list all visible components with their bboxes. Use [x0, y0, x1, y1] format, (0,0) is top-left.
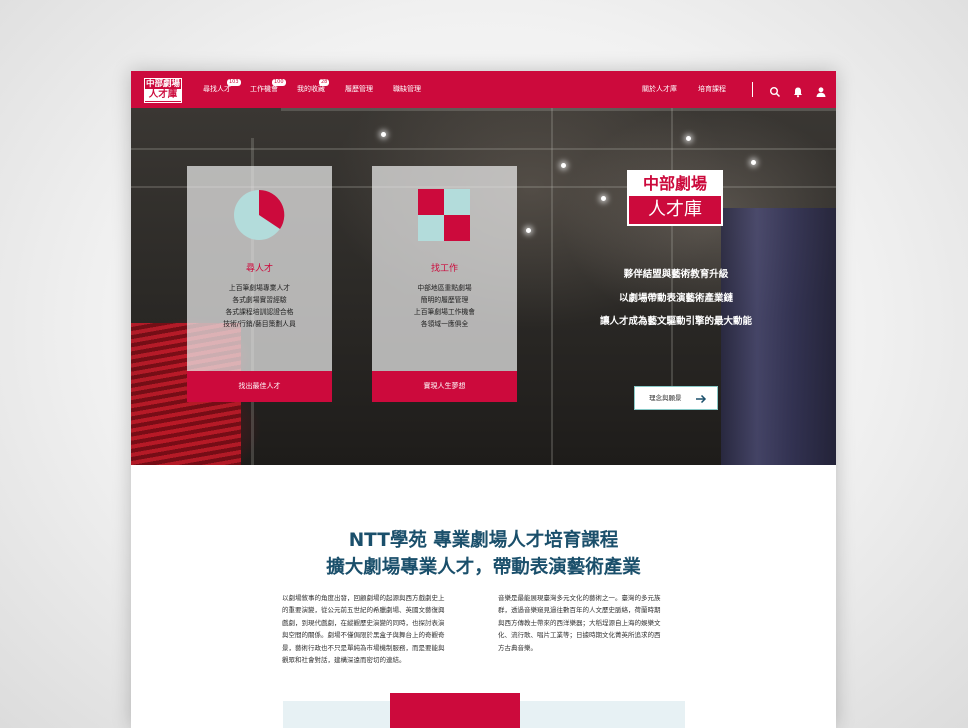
- para-line: 以劇場敘事的角度出發，回顧劇場的起源與西方戲劇史上: [282, 594, 445, 602]
- card-line: 各式課程培訓認證合格: [225, 308, 294, 316]
- nav-item-about[interactable]: 關於人才庫: [642, 84, 677, 94]
- find-talent-button[interactable]: 找出最佳人才: [187, 371, 332, 402]
- nav-badge: 100: [272, 79, 286, 86]
- para-line: 與西方傳教士帶來的西洋樂器；大稻埕源自上海的娛樂文: [498, 618, 661, 627]
- find-job-card: 找工作 中部地區重點劇場 簡明的履歷管理 上百筆劇場工作機會 各領域一應俱全 實…: [372, 166, 517, 402]
- web-page: 中部劇場 人才庫 尋找人才 103 工作機會 100 我的收藏 28 履歷管理 …: [131, 71, 836, 728]
- para-line: 方古典音樂。: [498, 643, 537, 652]
- nav-logo-line1: 中部劇場: [145, 79, 181, 89]
- hero-tagline: 以劇場帶動表演藝術產業鏈: [618, 293, 733, 304]
- hero-banner: 尋人才 上百筆劇場專業人才 各式劇場實習經驗 各式課程培訓認證合格 技術/行銷/…: [131, 108, 836, 465]
- para-line: 與空間的關係。劇場不僅侷限於黑盒子與舞台上的奇觀奇: [282, 631, 445, 640]
- nav-divider: [752, 82, 753, 97]
- hero-tagline: 夥伴結盟與藝術教育升級: [623, 269, 729, 280]
- nav-item-label: 我的收藏: [297, 85, 325, 93]
- find-job-button[interactable]: 實現人生夢想: [372, 371, 517, 402]
- para-line: 化、流行歌、唱片工業等；日據時期文化菁英所追求的西: [498, 631, 661, 640]
- nav-badge: 103: [227, 79, 241, 86]
- card-title: 找工作: [430, 264, 458, 274]
- nav-logo[interactable]: 中部劇場 人才庫: [144, 78, 182, 103]
- nav-item-resume[interactable]: 履歷管理: [345, 84, 373, 94]
- hero-logo-line1: 中部劇場: [629, 172, 721, 196]
- stage-rig: [131, 148, 836, 150]
- card-description: 中部地區重點劇場 簡明的履歷管理 上百筆劇場工作機會 各領域一應俱全: [372, 282, 517, 330]
- card-line: 上百筆劇場專業人才: [228, 284, 291, 292]
- vision-button-label: 理念與願景: [649, 394, 682, 402]
- user-icon[interactable]: [815, 83, 827, 97]
- nav-item-label: 尋找人才: [203, 85, 231, 93]
- card-title: 尋人才: [245, 264, 273, 274]
- stage-light: [751, 160, 756, 165]
- nav-item-courses[interactable]: 培育課程: [698, 84, 726, 94]
- nav-item-jobs[interactable]: 工作機會 100: [250, 79, 286, 94]
- stage-light: [381, 132, 386, 137]
- para-line: 群，透過音樂窺見過往數百年的人文歷史脈絡，荷蘭時期: [498, 606, 661, 615]
- nav-item-label: 工作機會: [250, 85, 278, 93]
- stage-curtain: [721, 208, 836, 465]
- para-line: 音樂是最能展現臺灣多元文化的藝術之一。臺灣的多元族: [498, 594, 661, 602]
- stage-light: [526, 228, 531, 233]
- para-line: 戲劇，到現代戲劇，在縱觀歷史演變的同時，也探討表演: [282, 618, 445, 627]
- pie-icon: [233, 189, 285, 245]
- nav-item-label: 履歷管理: [345, 85, 373, 93]
- stage-rig: [551, 108, 553, 465]
- hero-tagline: 讓人才成為藝文驅動引擎的最大動能: [599, 316, 752, 327]
- grid-icon: [418, 189, 470, 245]
- para-line: 的重要演變，從公元前五世紀的希臘劇場、英國文藝復興: [282, 606, 445, 615]
- stage-rig: [671, 108, 673, 408]
- stage-light: [601, 196, 606, 201]
- card-line: 上百筆劇場工作機會: [413, 308, 476, 316]
- bell-icon[interactable]: [792, 83, 804, 98]
- top-nav: 中部劇場 人才庫 尋找人才 103 工作機會 100 我的收藏 28 履歷管理 …: [131, 71, 836, 108]
- nav-item-job-manage[interactable]: 職缺管理: [393, 84, 421, 94]
- card-description: 上百筆劇場專業人才 各式劇場實習經驗 各式課程培訓認證合格 技術/行銷/藝目策劃…: [187, 282, 332, 330]
- nav-item-find-talent[interactable]: 尋找人才 103: [203, 79, 241, 94]
- section-heading-line2: 擴大劇場專業人才，帶動表演藝術產業: [326, 557, 641, 578]
- card-line: 中部地區重點劇場: [417, 284, 472, 292]
- stage-light: [561, 163, 566, 168]
- course-section-highlight: [390, 693, 520, 728]
- vision-button[interactable]: 理念與願景: [634, 386, 718, 410]
- card-line: 各領域一應俱全: [420, 320, 469, 328]
- section-heading-line1: NTT學苑 專業劇場人才培育課程: [348, 530, 619, 551]
- para-line: 觀眾和社會對話，建構深遠而密切的連結。: [282, 656, 406, 665]
- nav-item-label: 職缺管理: [393, 85, 421, 93]
- hero-logo-line2: 人才庫: [629, 196, 721, 224]
- search-icon[interactable]: [769, 83, 781, 98]
- find-talent-card: 尋人才 上百筆劇場專業人才 各式劇場實習經驗 各式課程培訓認證合格 技術/行銷/…: [187, 166, 332, 402]
- nav-item-favorites[interactable]: 我的收藏 28: [297, 79, 330, 94]
- card-line: 技術/行銷/藝目策劃人員: [223, 320, 296, 328]
- stage-light: [686, 136, 691, 141]
- arrow-right-icon: [695, 392, 707, 414]
- stage-rig: [281, 108, 836, 111]
- hero-logo: 中部劇場 人才庫: [627, 170, 723, 226]
- card-line: 簡明的履歷管理: [420, 296, 469, 304]
- nav-badge: 28: [319, 79, 330, 86]
- card-line: 各式劇場實習經驗: [232, 296, 287, 304]
- intro-paragraph-left: 以劇場敘事的角度出發，回顧劇場的起源與西方戲劇史上 的重要演變，從公元前五世紀的…: [282, 592, 482, 666]
- nav-logo-line2: 人才庫: [145, 89, 181, 101]
- intro-paragraph-right: 音樂是最能展現臺灣多元文化的藝術之一。臺灣的多元族 群，透過音樂窺見過往數百年的…: [498, 592, 698, 654]
- para-line: 景，藝術行政也不只是單純為市場機制服務，而是要能與: [282, 643, 445, 652]
